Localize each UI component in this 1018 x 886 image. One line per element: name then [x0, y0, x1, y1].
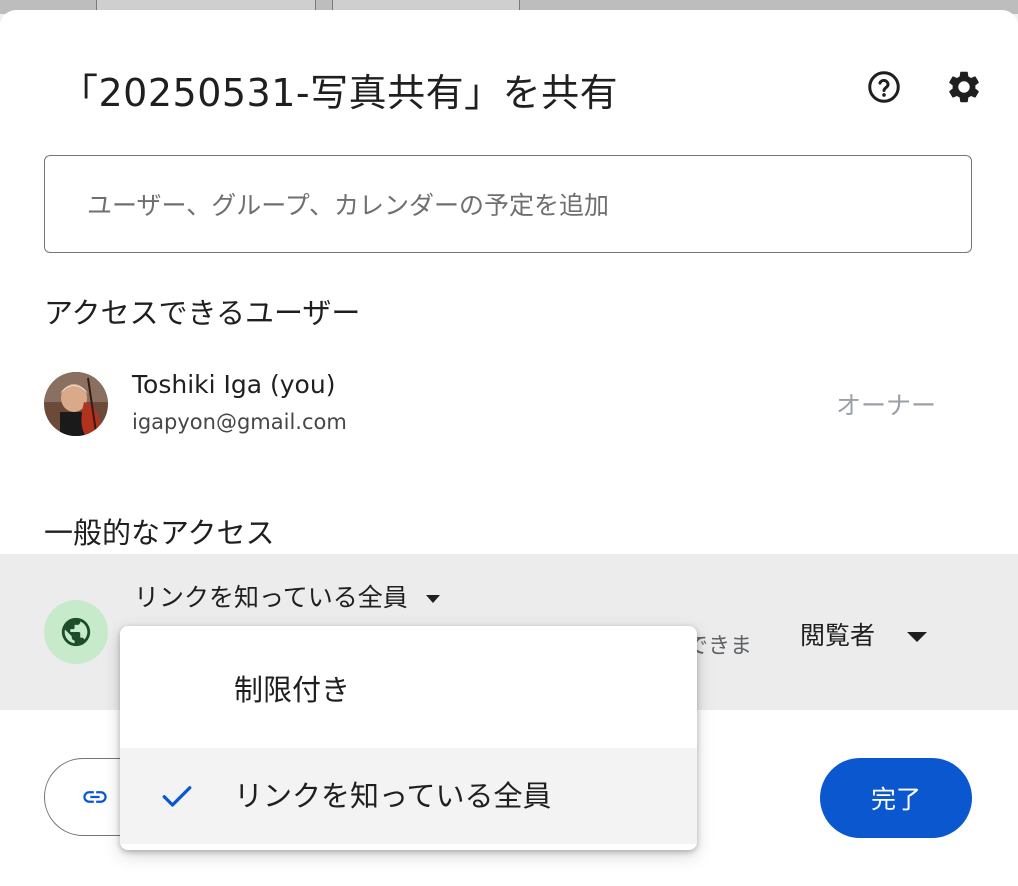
- people-with-access-heading: アクセスできるユーザー: [44, 296, 361, 330]
- chevron-down-icon: [907, 632, 928, 642]
- general-access-heading: 一般的なアクセス: [44, 516, 275, 550]
- add-people-field[interactable]: [44, 155, 972, 254]
- done-button[interactable]: 完了: [820, 758, 972, 838]
- general-access-dropdown-menu: 制限付き リンクを知っている全員: [120, 626, 697, 850]
- dropdown-option-label: 制限付き: [234, 673, 351, 707]
- user-role-owner: オーナー: [836, 391, 937, 420]
- dropdown-option-anyone-with-link[interactable]: リンクを知っている全員: [120, 748, 697, 844]
- settings-button[interactable]: [942, 65, 986, 109]
- role-select-label: 閲覧者: [800, 621, 876, 650]
- general-access-selected-label: リンクを知っている全員: [134, 583, 408, 612]
- checkmark-icon: [162, 786, 192, 807]
- dropdown-option-label: リンクを知っている全員: [234, 779, 552, 813]
- general-access-select[interactable]: リンクを知っている全員: [134, 578, 440, 614]
- chevron-down-icon: [425, 595, 440, 603]
- globe-badge: [44, 600, 108, 664]
- dialog-title: 「20250531-写真共有」を共有: [60, 71, 619, 115]
- help-circle-icon: [868, 71, 900, 103]
- help-button[interactable]: [862, 65, 906, 109]
- add-people-input[interactable]: [85, 156, 929, 254]
- globe-icon: [61, 617, 91, 647]
- role-select[interactable]: 閲覧者: [800, 616, 928, 652]
- avatar: [44, 372, 108, 436]
- user-name: Toshiki Iga (you): [132, 370, 336, 399]
- share-dialog: 「20250531-写真共有」を共有 アクセスできるユーザー Toshiki I…: [0, 10, 1018, 886]
- user-email: igapyon@gmail.com: [132, 410, 347, 434]
- gear-icon: [949, 71, 979, 103]
- link-icon: [83, 791, 107, 803]
- dropdown-option-restricted[interactable]: 制限付き: [120, 642, 697, 738]
